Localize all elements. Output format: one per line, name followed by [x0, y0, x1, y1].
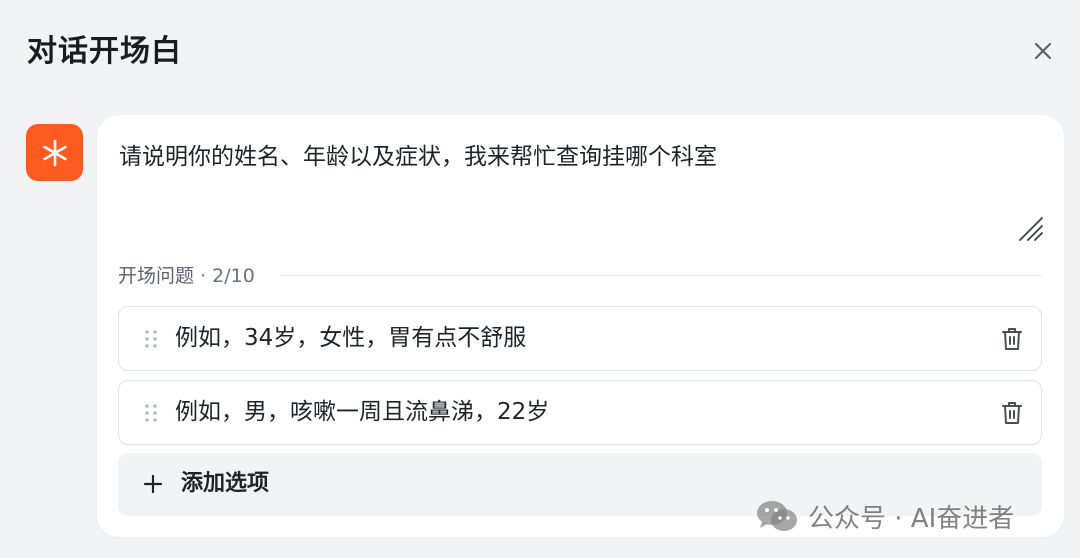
trash-icon[interactable]	[999, 326, 1025, 352]
opening-question-input[interactable]: 例如，34岁，女性，胃有点不舒服	[175, 321, 526, 355]
dialog-title: 对话开场白	[27, 34, 182, 69]
section-divider	[281, 275, 1042, 276]
opening-questions-label: 开场问题 · 2/10	[118, 262, 255, 290]
resize-handle-icon[interactable]	[1018, 216, 1044, 242]
close-icon[interactable]	[1034, 42, 1052, 60]
watermark-text: 公众号 · AI奋进者	[808, 503, 1015, 534]
asterisk-icon	[42, 139, 67, 166]
prologue-textarea[interactable]: 请说明你的姓名、年龄以及症状，我来帮忙查询挂哪个科室	[119, 140, 717, 174]
opening-question-item[interactable]: 例如，34岁，女性，胃有点不舒服	[118, 306, 1042, 371]
close-button[interactable]	[1026, 34, 1060, 68]
bot-avatar	[26, 124, 83, 181]
opening-questions-count: · 2/10	[200, 265, 255, 287]
plus-icon	[143, 474, 163, 494]
opening-question-input[interactable]: 例如，男，咳嗽一周且流鼻涕，22岁	[175, 395, 549, 429]
opening-question-item[interactable]: 例如，男，咳嗽一周且流鼻涕，22岁	[118, 380, 1042, 445]
trash-icon[interactable]	[999, 400, 1025, 426]
drag-handle-icon[interactable]	[144, 403, 158, 423]
wechat-icon	[757, 501, 797, 531]
add-option-label: 添加选项	[181, 471, 270, 496]
watermark: 公众号 · AI奋进者	[756, 496, 1014, 536]
opening-questions-title: 开场问题	[118, 265, 195, 287]
drag-handle-icon[interactable]	[144, 329, 158, 349]
